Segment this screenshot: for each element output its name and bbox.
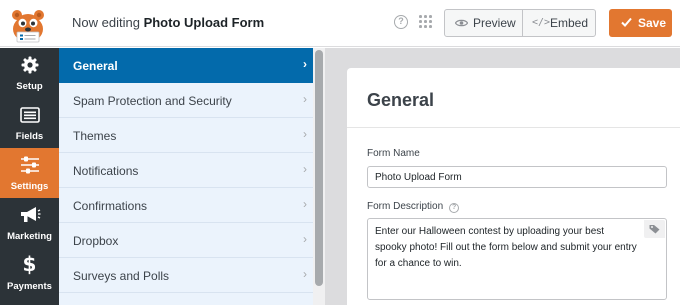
sidebar-label-setup: Setup — [16, 81, 43, 92]
embed-label: Embed — [550, 16, 589, 30]
eye-icon — [455, 19, 468, 27]
form-name-input[interactable]: Photo Upload Form — [367, 166, 667, 188]
save-label: Save — [638, 16, 667, 30]
submenu-item-spam-protection[interactable]: Spam Protection and Security › — [59, 83, 313, 118]
sidebar-label-marketing: Marketing — [7, 231, 52, 242]
heading-divider — [347, 127, 680, 128]
megaphone-icon — [0, 206, 59, 229]
title-prefix: Now editing — [72, 15, 140, 30]
gear-icon — [0, 56, 59, 79]
builder-sidebar: Setup Fields Settings Marketing $ Paymen… — [0, 48, 59, 305]
chevron-right-icon: › — [303, 57, 307, 71]
grid-menu-icon[interactable] — [419, 15, 433, 29]
scrollbar-thumb[interactable] — [315, 50, 323, 286]
chevron-right-icon: › — [303, 197, 307, 211]
submenu-item-dropbox[interactable]: Dropbox › — [59, 223, 313, 258]
embed-button[interactable]: </> Embed — [523, 10, 595, 36]
form-description-label: Form Description — [367, 201, 444, 212]
top-bar: Now editing Photo Upload Form ? Preview … — [0, 0, 680, 47]
form-name-title: Photo Upload Form — [143, 15, 265, 30]
sidebar-label-fields: Fields — [15, 131, 44, 142]
submenu-label: General — [73, 59, 118, 73]
submenu-item-notifications[interactable]: Notifications › — [59, 153, 313, 188]
help-icon[interactable]: ? — [394, 15, 408, 29]
submenu-item-surveys-polls[interactable]: Surveys and Polls › — [59, 258, 313, 293]
smart-tags-button[interactable] — [644, 220, 665, 238]
sidebar-item-settings[interactable]: Settings — [0, 148, 59, 198]
checkmark-icon — [621, 17, 632, 27]
general-settings-panel: General Form Name Photo Upload Form Form… — [347, 68, 680, 305]
submenu-label: Themes — [73, 129, 117, 143]
chevron-right-icon: › — [303, 127, 307, 141]
sidebar-item-payments[interactable]: $ Payments — [0, 248, 59, 298]
preview-button[interactable]: Preview — [445, 10, 522, 36]
panel-heading: General — [367, 90, 435, 110]
sidebar-label-settings: Settings — [10, 181, 49, 192]
sidebar-item-fields[interactable]: Fields — [0, 98, 59, 148]
page-title: Now editing Photo Upload Form — [72, 15, 264, 30]
chevron-right-icon: › — [303, 92, 307, 106]
sliders-icon — [0, 156, 59, 179]
submenu-label: Notifications — [73, 164, 139, 178]
preview-embed-group: Preview </> Embed — [444, 9, 596, 37]
sidebar-item-marketing[interactable]: Marketing — [0, 198, 59, 248]
save-button[interactable]: Save — [609, 9, 672, 37]
chevron-right-icon: › — [303, 267, 307, 281]
submenu-item-themes[interactable]: Themes › — [59, 118, 313, 153]
chevron-right-icon: › — [303, 232, 307, 246]
main-content: General Form Name Photo Upload Form Form… — [325, 48, 680, 305]
submenu-label: Surveys and Polls — [73, 269, 170, 283]
settings-submenu: General › Spam Protection and Security ›… — [59, 48, 317, 305]
preview-label: Preview — [473, 16, 516, 30]
help-icon[interactable]: ? — [449, 203, 460, 213]
form-description-text: Enter our Halloween contest by uploading… — [375, 226, 637, 269]
sidebar-item-setup[interactable]: Setup — [0, 48, 59, 98]
submenu-label: Dropbox — [73, 234, 119, 248]
chevron-right-icon: › — [303, 162, 307, 176]
tag-icon — [649, 225, 660, 234]
submenu-item-general[interactable]: General › — [59, 48, 313, 83]
form-description-label-row: Form Description? — [367, 201, 460, 213]
code-icon: </> — [532, 17, 551, 28]
submenu-label: Confirmations — [73, 199, 148, 213]
submenu-item-confirmations[interactable]: Confirmations › — [59, 188, 313, 223]
fields-icon — [0, 107, 59, 128]
dollar-icon: $ — [22, 252, 37, 276]
submenu-label: Spam Protection and Security — [73, 94, 232, 108]
wpforms-logo — [8, 5, 48, 43]
form-name-label: Form Name — [367, 148, 420, 159]
form-description-textarea[interactable]: Enter our Halloween contest by uploading… — [367, 218, 667, 300]
sidebar-label-payments: Payments — [7, 281, 52, 292]
submenu-scrollbar[interactable] — [313, 48, 325, 305]
